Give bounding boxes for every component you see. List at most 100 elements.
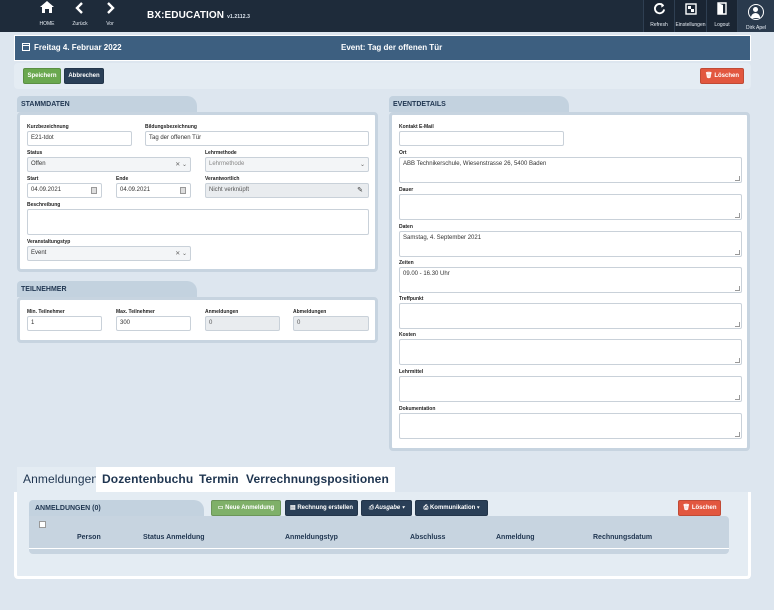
- lehrmethode-select[interactable]: Lehrmethode ⌄: [205, 157, 369, 172]
- pencil-icon[interactable]: ✎: [357, 186, 363, 194]
- status-select[interactable]: Offen ✕ ⌄: [27, 157, 191, 172]
- lehrmittel-textarea[interactable]: [399, 376, 742, 402]
- dokumentation-textarea[interactable]: [399, 413, 742, 439]
- clear-and-chevron-icon: ✕ ⌄: [175, 162, 187, 168]
- calendar-icon[interactable]: [91, 187, 97, 194]
- logout-button[interactable]: Logout: [706, 0, 737, 32]
- back-button[interactable]: Zurück: [66, 0, 94, 32]
- tab-verrechnungspositionen[interactable]: Verrechnungspositionen: [240, 467, 395, 492]
- delete-button[interactable]: 🗑 Löschen: [700, 68, 744, 84]
- user-button[interactable]: Dirk Apel: [737, 0, 774, 32]
- cancel-button[interactable]: Abbrechen: [64, 68, 104, 84]
- max-teilnehmer-label: Max. Teilnehmer: [116, 309, 155, 315]
- col-anmeldung[interactable]: Anmeldung: [496, 534, 535, 541]
- abmeldungen-count-label: Abmeldungen: [293, 309, 327, 315]
- calendar-icon[interactable]: [180, 187, 186, 194]
- end-date-input[interactable]: 04.09.2021: [116, 183, 191, 198]
- clear-and-chevron-icon: ✕ ⌄: [175, 251, 187, 257]
- forward-button[interactable]: Vor: [96, 0, 124, 32]
- min-teilnehmer-input[interactable]: 1: [27, 316, 102, 331]
- kontakt-email-input[interactable]: [399, 131, 564, 146]
- veranstaltungstyp-value: Event: [31, 250, 47, 256]
- chevron-down-icon: ⌄: [359, 162, 365, 168]
- settings-icon: [675, 0, 706, 22]
- caret-down-icon: ▾: [401, 505, 405, 511]
- resize-handle-icon[interactable]: [735, 395, 740, 400]
- printer-icon: ⎙: [423, 505, 429, 511]
- kosten-textarea[interactable]: [399, 339, 742, 365]
- resize-handle-icon[interactable]: [735, 250, 740, 255]
- select-all-checkbox[interactable]: [39, 521, 46, 528]
- status-label: Status: [27, 150, 43, 156]
- delete-button-label: Löschen: [714, 73, 739, 79]
- zeiten-textarea[interactable]: 09.00 - 16.30 Uhr: [399, 267, 742, 293]
- dauer-textarea[interactable]: [399, 194, 742, 220]
- start-label: Start: [27, 176, 39, 182]
- ort-textarea[interactable]: ABB Technikerschule, Wiesenstrasse 26, 5…: [399, 157, 742, 183]
- max-teilnehmer-input[interactable]: 300: [116, 316, 191, 331]
- verantwortlich-field: Nicht verknüpft ✎: [205, 183, 369, 198]
- output-dropdown-button[interactable]: ⎙ Ausgabe ▾: [361, 500, 412, 516]
- bildungsbezeichnung-input[interactable]: Tag der offenen Tür: [145, 131, 369, 146]
- home-button[interactable]: HOME: [30, 0, 64, 32]
- save-button[interactable]: Speichern: [23, 68, 61, 84]
- lehrmittel-label: Lehrmittel: [399, 369, 424, 375]
- resize-handle-icon[interactable]: [735, 213, 740, 218]
- col-rechnungsdatum[interactable]: Rechnungsdatum: [593, 534, 652, 541]
- zeiten-label: Zeiten: [399, 260, 414, 266]
- lehrmethode-select-value: Lehrmethode: [209, 161, 245, 167]
- resize-handle-icon[interactable]: [735, 432, 740, 437]
- col-status-anmeldung[interactable]: Status Anmeldung: [143, 534, 205, 541]
- output-label: Ausgabe: [374, 505, 401, 511]
- resize-handle-icon[interactable]: [735, 176, 740, 181]
- logout-icon: [707, 0, 737, 22]
- ort-value: ABB Technikerschule, Wiesenstrasse 26, 5…: [403, 161, 547, 167]
- delete-registration-button[interactable]: 🗑 Löschen: [678, 500, 721, 516]
- col-abschluss[interactable]: Abschluss: [410, 534, 445, 541]
- settings-button[interactable]: Einstellungen: [674, 0, 706, 32]
- dauer-label: Dauer: [399, 187, 414, 193]
- user-icon: [748, 4, 764, 20]
- caret-down-icon: ▾: [476, 505, 480, 511]
- eventdetails-tab: EVENTDETAILS: [389, 96, 569, 112]
- beschreibung-textarea[interactable]: [27, 209, 369, 235]
- start-date-input[interactable]: 04.09.2021: [27, 183, 102, 198]
- event-date-text: Freitag 4. Februar 2022: [34, 43, 122, 52]
- app-version: v1.2112.3: [227, 14, 250, 20]
- app-name: BX:EDUCATION: [147, 10, 225, 21]
- resize-handle-icon[interactable]: [735, 358, 740, 363]
- tab-termin[interactable]: Termin: [193, 467, 245, 492]
- veranstaltungstyp-label: Veranstaltungstyp: [27, 239, 71, 245]
- chevron-right-icon: [96, 0, 124, 20]
- resize-handle-icon[interactable]: [735, 322, 740, 327]
- refresh-button[interactable]: Refresh: [643, 0, 674, 32]
- communication-dropdown-button[interactable]: ⎙ Kommunikation ▾: [415, 500, 488, 516]
- table-header: Person Status Anmeldung Anmeldungstyp Ab…: [29, 520, 729, 541]
- kosten-label: Kosten: [399, 332, 416, 338]
- tab-anmeldungen[interactable]: Anmeldungen: [17, 467, 105, 492]
- new-registration-icon: ▭: [217, 505, 224, 511]
- home-icon: [30, 0, 64, 20]
- col-person[interactable]: Person: [77, 534, 101, 541]
- printer-icon: ⎙: [368, 505, 374, 511]
- treffpunkt-textarea[interactable]: [399, 303, 742, 329]
- veranstaltungstyp-select[interactable]: Event ✕ ⌄: [27, 246, 191, 261]
- lehrmethode-label: Lehrmethode: [205, 150, 237, 156]
- kurzbezeichnung-input[interactable]: E21-tdot: [27, 131, 132, 146]
- event-date: Freitag 4. Februar 2022: [22, 43, 122, 52]
- treffpunkt-label: Treffpunkt: [399, 296, 424, 302]
- event-title: Event: Tag der offenen Tür: [341, 43, 443, 52]
- create-invoice-button[interactable]: ▤ Rechnung erstellen: [285, 500, 358, 516]
- app-title: BX:EDUCATION v1.2112.3: [147, 10, 250, 21]
- daten-textarea[interactable]: Samstag, 4. September 2021: [399, 231, 742, 257]
- ende-label: Ende: [116, 176, 129, 182]
- teilnehmer-tab: TEILNEHMER: [17, 281, 197, 297]
- refresh-icon: [644, 0, 674, 22]
- new-registration-button[interactable]: ▭ Neue Anmeldung: [211, 500, 281, 516]
- col-anmeldungstyp[interactable]: Anmeldungstyp: [285, 534, 338, 541]
- chevron-left-icon: [66, 0, 94, 20]
- calendar-icon: [22, 43, 30, 51]
- resize-handle-icon[interactable]: [735, 286, 740, 291]
- kurzbezeichnung-label: Kurzbezeichnung: [27, 124, 69, 130]
- registrations-table: Person Status Anmeldung Anmeldungstyp Ab…: [29, 516, 729, 554]
